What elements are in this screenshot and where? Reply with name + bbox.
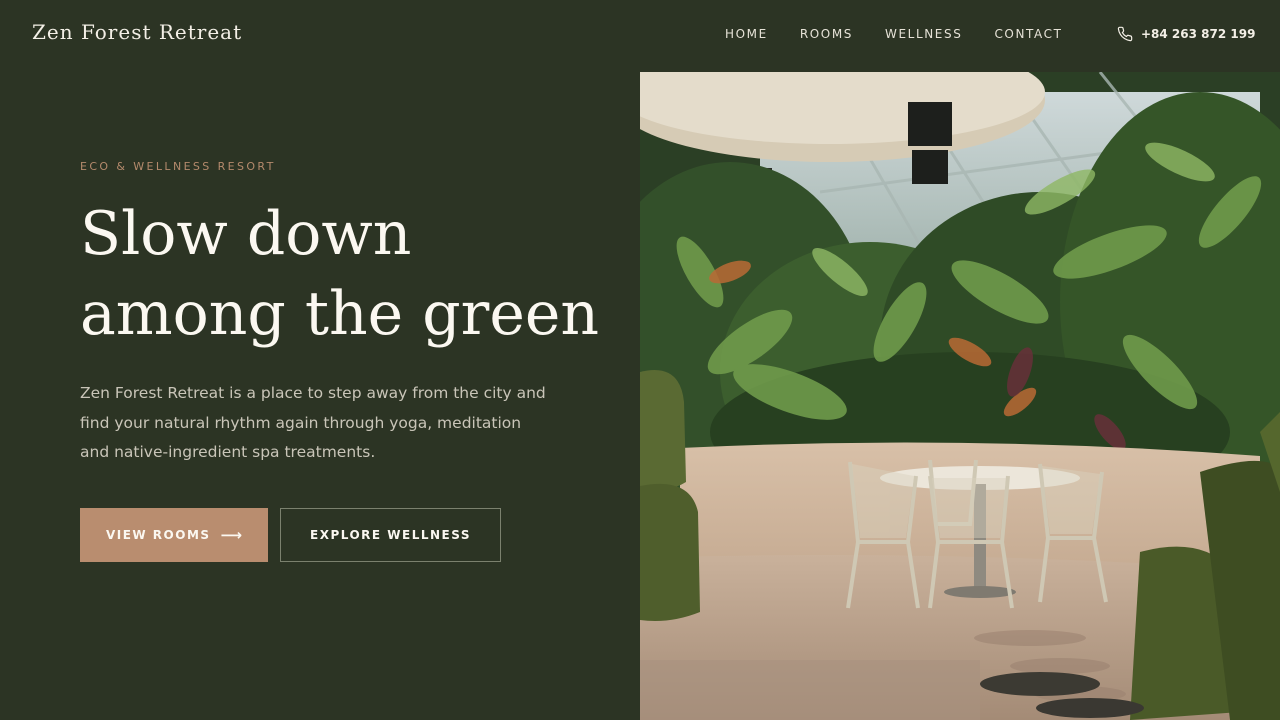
nav-item-wellness[interactable]: WELLNESS (885, 27, 962, 41)
hero-image (640, 72, 1280, 720)
headline-line-1: Slow down (80, 199, 412, 269)
hero-description: Zen Forest Retreat is a place to step aw… (80, 384, 546, 461)
arrow-right-icon: ⟶ (220, 526, 243, 544)
hero-eyebrow: ECO & WELLNESS RESORT (80, 160, 276, 173)
view-rooms-button[interactable]: VIEW ROOMS ⟶ (80, 508, 268, 562)
explore-wellness-button[interactable]: EXPLORE WELLNESS (280, 508, 501, 562)
headline-line-2: among the green (80, 279, 599, 349)
hero-content: ECO & WELLNESS RESORT Slow down among th… (0, 72, 640, 720)
phone-number: +84 263 872 199 (1141, 27, 1256, 41)
site-header: Zen Forest Retreat HOME ROOMS WELLNESS C… (0, 0, 1280, 72)
nav-item-home[interactable]: HOME (725, 27, 768, 41)
page: Zen Forest Retreat HOME ROOMS WELLNESS C… (0, 0, 1280, 720)
main-nav: HOME ROOMS WELLNESS CONTACT (725, 27, 1063, 41)
nav-item-contact[interactable]: CONTACT (994, 27, 1062, 41)
brand-logo[interactable]: Zen Forest Retreat (32, 20, 242, 44)
hero-headline: Slow down among the green (80, 194, 610, 354)
view-rooms-label: VIEW ROOMS (105, 528, 211, 542)
nav-item-rooms[interactable]: ROOMS (800, 27, 853, 41)
phone-icon (1117, 26, 1133, 42)
phone-link[interactable]: +84 263 872 199 (1117, 26, 1255, 42)
